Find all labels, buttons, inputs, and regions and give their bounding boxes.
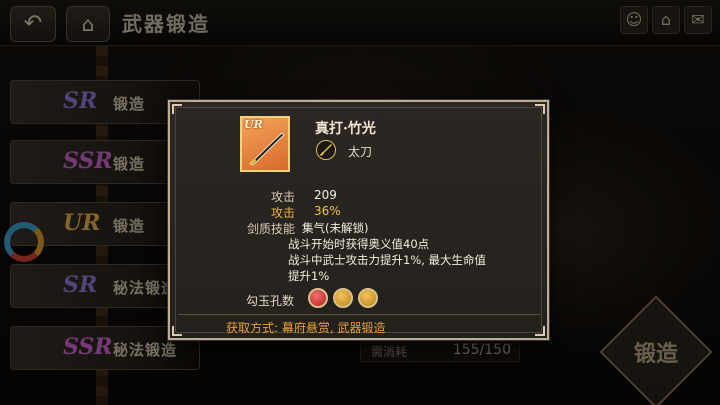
sword-type-icon — [316, 140, 336, 160]
skill-description-line: 战斗开始时获得奥义值40点 — [288, 237, 430, 251]
sword-icon — [319, 144, 332, 157]
item-detail-popup: UR 真打·竹光 太刀 攻击 209 攻击 36% 剑质技能 集气(未解锁) 战… — [168, 100, 549, 340]
item-icon-frame: UR — [240, 116, 290, 172]
jade-slot-gold-icon — [358, 288, 378, 308]
skill-name: 集气(未解锁) — [302, 221, 369, 235]
item-name: 真打·竹光 — [315, 121, 376, 137]
item-type: 太刀 — [348, 145, 373, 159]
corner-ornament — [172, 104, 182, 114]
corner-ornament — [535, 326, 545, 336]
skill-description-line: 提升1% — [288, 269, 330, 283]
corner-ornament — [535, 104, 545, 114]
skill-label: 剑质技能 — [246, 222, 295, 236]
divider — [178, 314, 540, 315]
stat-label: 攻击 — [270, 190, 295, 204]
corner-ornament — [172, 326, 182, 336]
stat-value: 36% — [314, 204, 341, 218]
jade-slot-red-icon — [308, 288, 328, 308]
stat-value: 209 — [314, 188, 337, 202]
katana-icon — [249, 132, 285, 166]
jade-slot-label: 勾玉孔数 — [246, 294, 295, 308]
stat-label: 攻击 — [270, 206, 295, 220]
acquisition-method: 获取方式: 幕府悬赏, 武器锻造 — [226, 321, 386, 335]
skill-description-line: 战斗中武士攻击力提升1%, 最大生命值 — [288, 253, 487, 267]
jade-slot-gold-icon — [333, 288, 353, 308]
